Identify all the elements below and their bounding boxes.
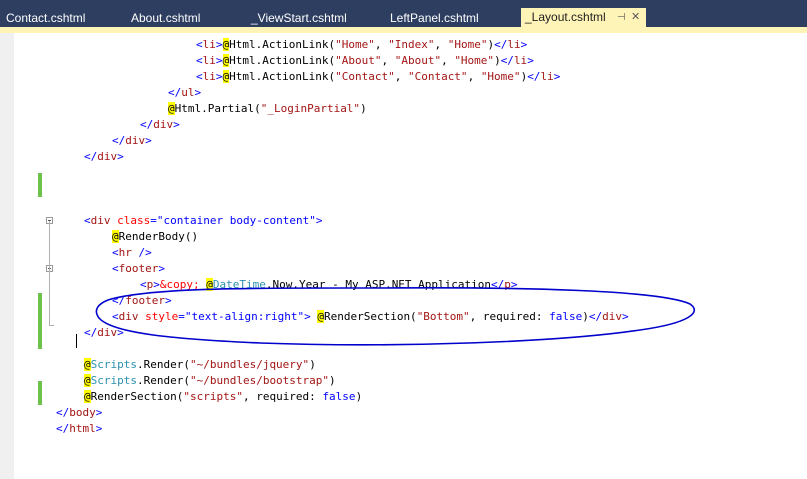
change-marker	[38, 381, 42, 397]
change-marker	[38, 293, 42, 309]
annotation-ellipse	[95, 287, 696, 346]
change-marker	[38, 309, 42, 325]
change-marker	[38, 173, 42, 189]
change-marker	[38, 333, 42, 349]
